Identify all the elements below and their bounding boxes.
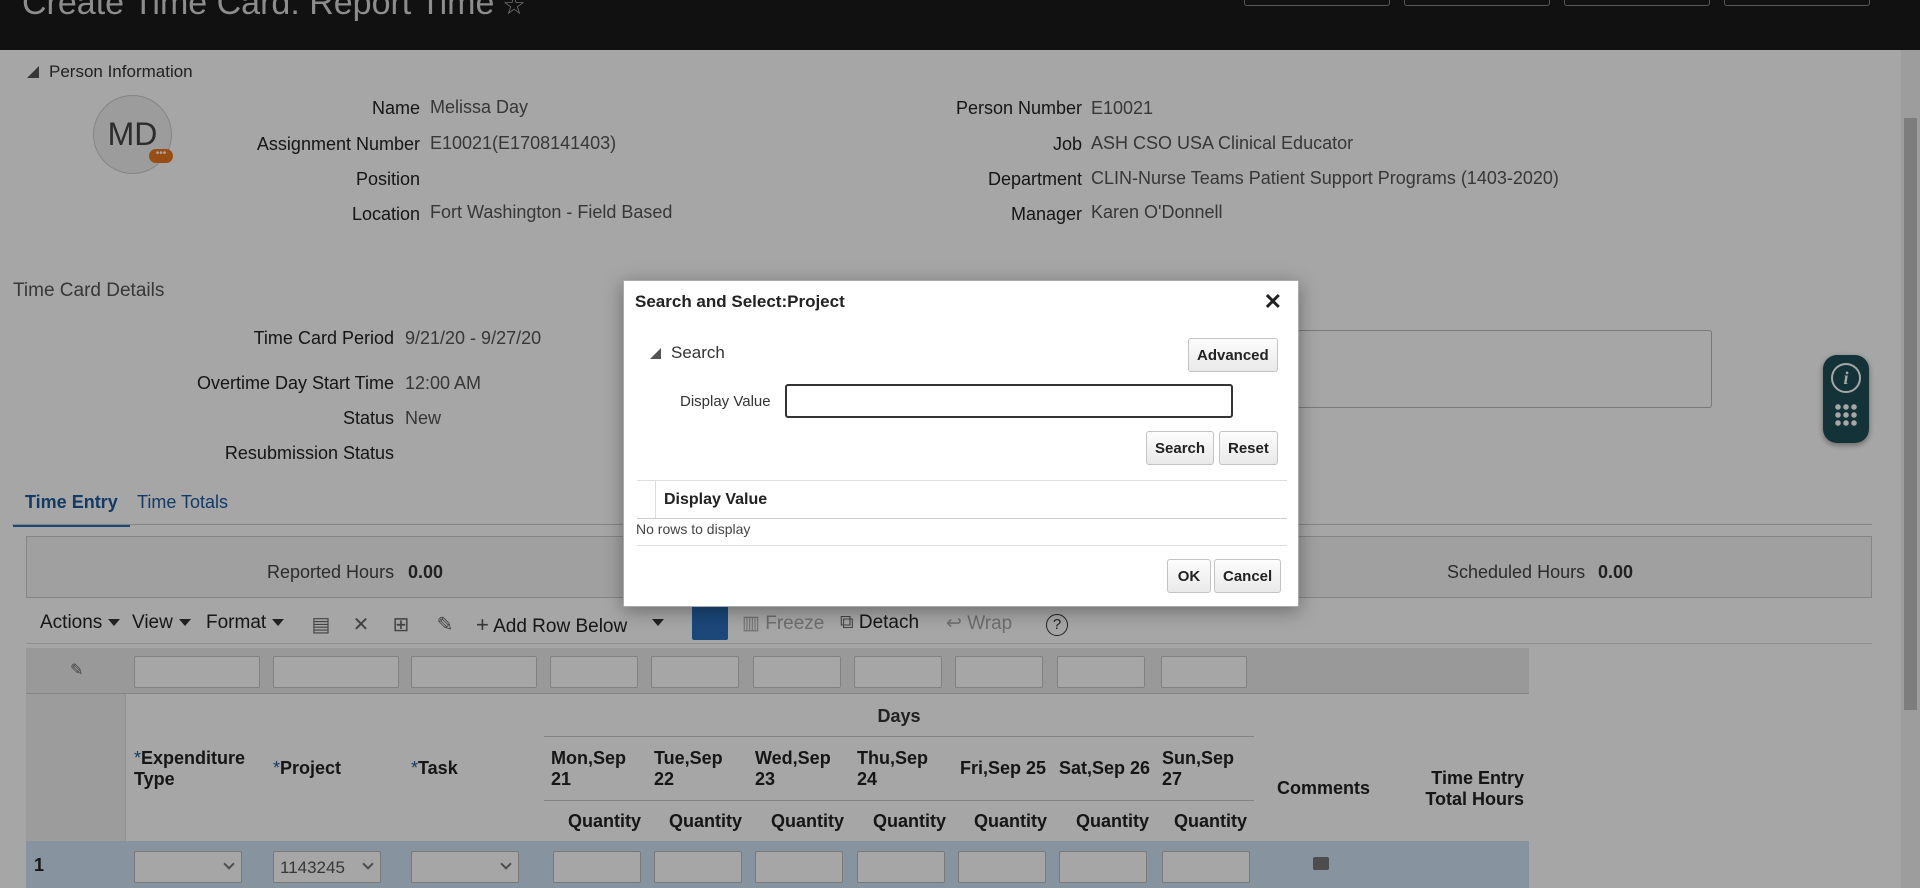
search-section-title: Search: [671, 343, 725, 362]
results-column-divider: [655, 481, 656, 518]
search-section-header[interactable]: Search: [650, 343, 725, 363]
results-top-divider: [637, 480, 1287, 481]
results-column-header[interactable]: Display Value: [664, 491, 767, 509]
collapse-triangle-icon[interactable]: [650, 347, 661, 359]
advanced-button[interactable]: Advanced: [1188, 338, 1278, 372]
no-rows-message: No rows to display: [636, 521, 751, 537]
display-value-label: Display Value: [680, 393, 771, 410]
search-button[interactable]: Search: [1146, 431, 1215, 465]
display-value-input[interactable]: [785, 384, 1233, 418]
results-bottom-divider: [637, 545, 1287, 546]
ok-button[interactable]: OK: [1167, 559, 1211, 593]
dialog-title: Search and Select:Project: [635, 292, 845, 311]
reset-button[interactable]: Reset: [1219, 431, 1278, 465]
cancel-button[interactable]: Cancel: [1214, 559, 1282, 593]
search-select-project-dialog: Search and Select:Project ✕ Search Advan…: [623, 280, 1299, 607]
results-header-divider: [637, 518, 1287, 519]
close-icon[interactable]: ✕: [1264, 289, 1282, 315]
